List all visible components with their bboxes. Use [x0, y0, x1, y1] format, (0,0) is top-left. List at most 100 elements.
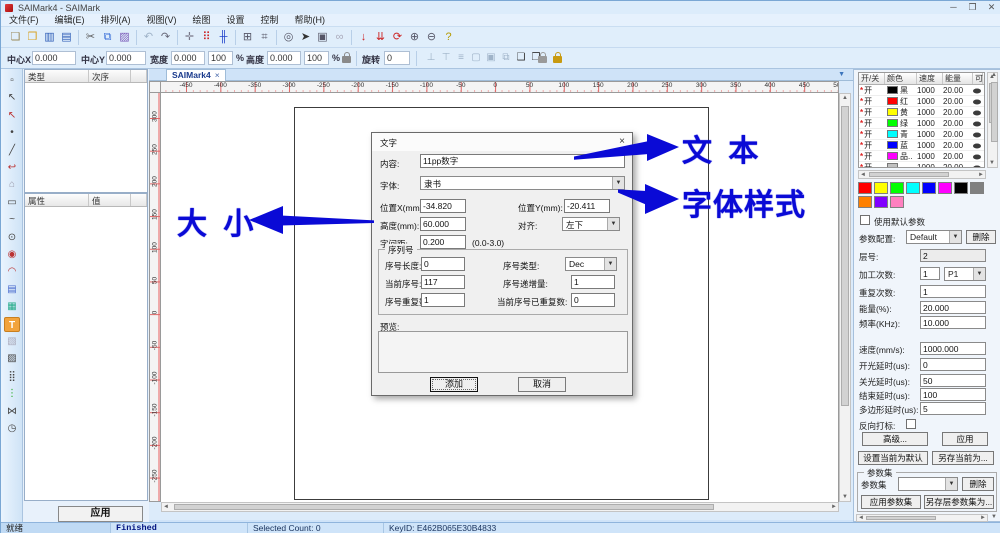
height-pct-input[interactable] [304, 51, 329, 65]
redo-icon[interactable]: ↷ [157, 29, 174, 46]
palette-swatch[interactable] [874, 182, 888, 194]
image-tool-icon[interactable]: ▦ [4, 299, 20, 314]
apply-param-set-button[interactable]: 应用参数集 [861, 495, 921, 509]
eye-icon[interactable] [973, 155, 981, 160]
menu-item-help[interactable]: 帮助(H) [287, 14, 334, 27]
marquee-select-tool-icon[interactable]: ▫ [4, 73, 20, 88]
rotate-input[interactable] [384, 51, 410, 65]
layer-visible[interactable] [973, 129, 983, 139]
dialog-title-bar[interactable]: 文字 × [372, 133, 632, 151]
unlock-icon[interactable] [553, 56, 562, 63]
palette-swatch[interactable] [890, 182, 904, 194]
width-input[interactable] [171, 51, 205, 65]
measure-icon[interactable]: ⌗ [256, 29, 273, 46]
layer-row[interactable]: *开品..100020.00 [859, 151, 984, 162]
palette-swatch[interactable] [890, 196, 904, 208]
palette-swatch[interactable] [906, 182, 920, 194]
serial-repeat-input[interactable] [421, 293, 465, 307]
property-list[interactable]: 属性 值 [24, 193, 148, 501]
zoom-select-icon[interactable]: ◎ [280, 29, 297, 46]
pass-select[interactable]: P1▼ [944, 267, 986, 281]
layer-visible[interactable] [973, 162, 983, 168]
dropdown-arrow-icon[interactable]: ▼ [949, 231, 961, 243]
save-all-icon[interactable]: ▤ [58, 29, 75, 46]
object-list[interactable]: 类型 次序 [24, 69, 148, 193]
select-tool-icon[interactable]: ↖ [4, 90, 20, 105]
palette-swatch[interactable] [922, 182, 936, 194]
dropdown-arrow-icon[interactable]: ▼ [604, 258, 616, 270]
current-serial-input[interactable] [421, 275, 465, 289]
layer-table-h-scrollbar[interactable]: ◄► [858, 170, 986, 179]
node-edit-icon[interactable]: ✛ [181, 29, 198, 46]
energy-input[interactable] [920, 301, 986, 314]
tab-close-icon[interactable]: × [215, 70, 220, 80]
eye-icon[interactable] [973, 100, 981, 105]
layer-row[interactable]: *开蓝100020.00 [859, 140, 984, 151]
set-default-button[interactable]: 设置当前为默认 [858, 451, 928, 465]
layer-visible[interactable] [973, 140, 983, 150]
font-select[interactable]: 隶书▼ [420, 176, 625, 190]
variable-text-tool-icon[interactable]: ▧ [4, 334, 20, 349]
mark-batch-icon[interactable]: ⇊ [372, 29, 389, 46]
menu-item-file[interactable]: 文件(F) [1, 14, 47, 27]
minimize-button[interactable]: ─ [944, 2, 963, 13]
panel-h-scrollbar[interactable]: ◄► [856, 514, 988, 522]
use-default-checkbox[interactable] [860, 215, 870, 225]
eye-icon[interactable] [973, 144, 981, 149]
freq-input[interactable] [920, 316, 986, 329]
pos-x-input[interactable] [420, 199, 466, 213]
layer-visible[interactable] [973, 107, 983, 117]
dropdown-arrow-icon[interactable]: ▼ [945, 478, 957, 490]
layer-row[interactable]: *开黑100020.00 [859, 85, 984, 96]
maximize-button[interactable]: ❐ [963, 2, 982, 13]
rectangle-tool-icon[interactable]: ▭ [4, 195, 20, 210]
width-pct-input[interactable] [208, 51, 233, 65]
hatch-icon[interactable]: ⊞ [239, 29, 256, 46]
line-tool-icon[interactable]: ╱ [4, 143, 20, 158]
reverse-mark-checkbox[interactable] [906, 419, 916, 429]
param-config-select[interactable]: Default▼ [906, 230, 962, 244]
ellipse-tool-icon[interactable]: ◉ [4, 247, 20, 262]
group-icon[interactable]: ▢ [468, 50, 484, 66]
cut-icon[interactable]: ✂ [82, 29, 99, 46]
paste-icon[interactable]: ▨ [116, 29, 133, 46]
dialog-close-icon[interactable]: × [619, 136, 625, 147]
polyline-tool-icon[interactable]: ↩ [4, 160, 20, 175]
point-tool-icon[interactable]: • [4, 125, 20, 140]
eye-icon[interactable] [973, 111, 981, 116]
weld-icon[interactable]: ⧉ [498, 50, 514, 66]
advanced-button[interactable]: 高级... [862, 432, 928, 446]
menu-item-draw[interactable]: 绘图 [185, 14, 219, 27]
zoom-out-icon[interactable]: ⊖ [423, 29, 440, 46]
help-icon[interactable]: ? [440, 29, 457, 46]
spacing-input[interactable] [420, 235, 466, 249]
distribute-h-icon[interactable]: ≡ [453, 50, 469, 66]
align-select[interactable]: 左下▼ [562, 217, 620, 231]
palette-swatch[interactable] [938, 182, 952, 194]
speed-input[interactable] [920, 342, 986, 355]
center-y-input[interactable] [106, 51, 146, 65]
palette-swatch[interactable] [970, 182, 984, 194]
text-tool-icon[interactable]: T [4, 317, 20, 332]
apply-params-button[interactable]: 应用 [942, 432, 988, 446]
new-icon[interactable]: ❏ [7, 29, 24, 46]
trace-icon[interactable]: ∞ [331, 29, 348, 46]
param-set-select[interactable]: ▼ [898, 477, 958, 491]
save-current-as-button[interactable]: 另存当前为... [932, 451, 994, 465]
copy-icon[interactable]: ⧉ [99, 29, 116, 46]
layer-visible[interactable] [973, 85, 983, 95]
panel-apply-button[interactable]: 应用 [58, 506, 143, 522]
hatch-fill-tool-icon[interactable]: ▨ [4, 351, 20, 366]
content-input[interactable] [420, 154, 625, 168]
laser-off-delay-input[interactable] [920, 374, 986, 387]
menu-item-arrange[interactable]: 排列(A) [93, 14, 139, 27]
document-tab[interactable]: SAIMark4× [166, 69, 226, 81]
palette-swatch[interactable] [874, 196, 888, 208]
layer-row[interactable]: *开黄100020.00 [859, 107, 984, 118]
eye-icon[interactable] [973, 122, 981, 127]
bowtie-tool-icon[interactable]: ⋈ [4, 404, 20, 419]
layer-visible[interactable] [973, 118, 983, 128]
eye-icon[interactable] [973, 89, 981, 94]
barcode-tool-icon[interactable]: ⣿ [4, 369, 20, 384]
height-input[interactable] [420, 217, 466, 231]
